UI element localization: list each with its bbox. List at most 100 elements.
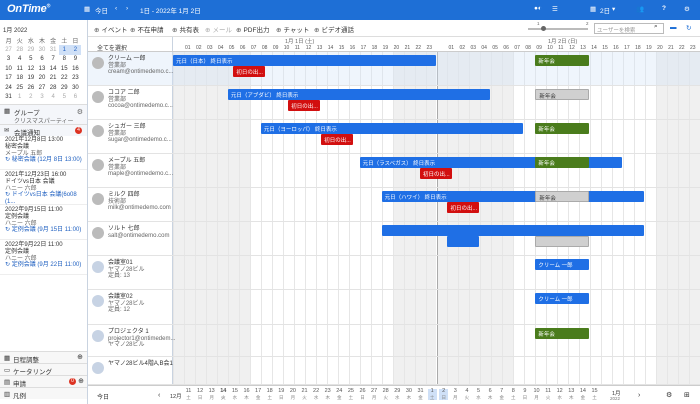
calendar-day[interactable]: 28	[48, 83, 59, 93]
event-bar[interactable]: 元日（アブダビ） 終日表示	[227, 89, 491, 100]
calendar-day[interactable]: 29	[59, 83, 70, 93]
footer-day[interactable]: 6木	[486, 388, 495, 400]
calendar-day[interactable]: 29	[25, 45, 36, 55]
event-bar[interactable]: 新年会	[535, 55, 590, 66]
footer-day[interactable]: 11 土	[184, 388, 193, 400]
calendar-day[interactable]: 6	[70, 93, 81, 103]
calendar-day[interactable]: 10	[3, 64, 14, 74]
plus-icon[interactable]: ⊕	[78, 377, 84, 385]
calendar-day[interactable]: 18	[14, 74, 25, 84]
event-bar[interactable]: 新年会	[535, 89, 590, 100]
footer-day[interactable]: 18 土	[265, 388, 274, 400]
group-section[interactable]: ▦ グループ クリスマスパーティー ⚙	[0, 104, 87, 125]
schedule-row[interactable]: 会議室01 ヤマノ28ビル 定員: 13 クリーム 一郎	[88, 256, 700, 290]
calendar-day[interactable]: 24	[3, 83, 14, 93]
calendar-day[interactable]: 9	[70, 55, 81, 65]
footer-day[interactable]: 9日	[520, 388, 529, 400]
refresh-icon[interactable]: ↻	[686, 24, 691, 32]
event-bar[interactable]: 初日の出...	[288, 100, 321, 111]
today-button[interactable]: 今日	[95, 5, 108, 15]
next-arrow-icon[interactable]: ›	[126, 5, 128, 12]
footer-day[interactable]: 23 木	[323, 388, 332, 400]
mail-button[interactable]: ⊕ メール	[205, 24, 232, 34]
calendar-day[interactable]: 25	[14, 83, 25, 93]
sidebar-item-legend[interactable]: ▥ 凡例	[0, 387, 87, 400]
zoom-slider[interactable]	[528, 28, 588, 30]
prev-icon[interactable]: ‹	[158, 392, 160, 399]
footer-day[interactable]: 30 木	[404, 388, 413, 400]
event-bar[interactable]: クリーム 一郎	[535, 259, 590, 270]
event-bar[interactable]: 初日の出...	[420, 168, 452, 179]
calendar-day[interactable]: 13	[36, 64, 47, 74]
footer-day[interactable]: 11 火	[544, 388, 553, 400]
event-button[interactable]: ⊕ イベント	[94, 24, 127, 34]
calendar-day[interactable]: 26	[25, 83, 36, 93]
schedule-row[interactable]: ミルク 四郎 技術部 milk@ontimedemo.com 元日（ハワイ） 終日表示…	[88, 188, 700, 222]
calendar-day[interactable]: 6	[36, 55, 47, 65]
calendar-day[interactable]: 3	[3, 55, 14, 65]
footer-day[interactable]: 13 木	[567, 388, 576, 400]
footer-day[interactable]: 1土	[427, 388, 437, 400]
footer-day[interactable]: 14 火	[219, 388, 228, 400]
event-bar[interactable]	[447, 236, 480, 247]
footer-day[interactable]: 26 日	[358, 388, 367, 400]
chat-button[interactable]: ⊕ チャット	[276, 24, 309, 34]
calendar-day[interactable]: 4	[48, 93, 59, 103]
event-bar[interactable]: 新年会	[535, 157, 590, 168]
footer-day[interactable]: 14 金	[578, 388, 587, 400]
calendar-icon[interactable]: ▦	[84, 5, 90, 13]
footer-day[interactable]: 16 木	[242, 388, 251, 400]
calendar-day[interactable]: 1	[58, 45, 70, 55]
schedule-row[interactable]: メープル 五郎 営業部 maple@ontimedemo.c... 元日（ラスベガス）…	[88, 154, 700, 188]
today-footer-button[interactable]: 今日	[97, 392, 109, 401]
row-person-info[interactable]: シュガー 三郎 営業部 sugar@ontimedemo.c...	[108, 124, 172, 144]
event-bar[interactable]: 元日（ヨーロッパ） 終日表示	[260, 123, 524, 134]
gear-icon[interactable]: ⚙	[77, 108, 83, 116]
calendar-day[interactable]: 30	[36, 45, 47, 55]
footer-day[interactable]: 28 火	[381, 388, 390, 400]
calendar-day[interactable]: 23	[70, 74, 81, 84]
footer-day[interactable]: 22 水	[312, 388, 321, 400]
notification-link[interactable]: ↻ 定例会議 (9月 15日 11:00)	[5, 227, 87, 234]
sidebar-item-requests[interactable]: ▤ 申請 0 ⊕	[0, 375, 87, 388]
calendar-day[interactable]: 16	[70, 64, 81, 74]
chevron-down-icon[interactable]: ▾	[612, 5, 615, 13]
calendar-day[interactable]: 27	[3, 45, 14, 55]
notification-link[interactable]: ↻ 定例会議 (9月 22日 11:00)	[5, 262, 87, 269]
footer-day[interactable]: 8土	[509, 388, 518, 400]
event-bar[interactable]: 初日の出...	[233, 66, 266, 77]
row-person-info[interactable]: ソルト 七郎 salt@ontimedemo.com	[108, 226, 169, 239]
calendar-day[interactable]: 31	[48, 45, 59, 55]
footer-day[interactable]: 15 土	[590, 388, 599, 400]
calendar-day[interactable]: 2	[25, 93, 36, 103]
sidebar-item-scheduling[interactable]: ▦ 日程調整 ⊕	[0, 351, 87, 364]
row-person-info[interactable]: 会議室01 ヤマノ28ビル 定員: 13	[108, 260, 145, 280]
calendar-day[interactable]: 8	[59, 55, 70, 65]
footer-day[interactable]: 7金	[497, 388, 506, 400]
event-bar[interactable]: 新年会	[535, 191, 590, 202]
event-bar[interactable]: 新年会	[535, 328, 590, 339]
row-person-info[interactable]: ココア 二郎 営業部 cocoa@ontimedemo.c...	[108, 90, 173, 110]
schedule-row[interactable]: ココア 二郎 営業部 cocoa@ontimedemo.c... 元日（アブダビ） 終…	[88, 86, 700, 120]
calendar-day[interactable]: 22	[59, 74, 70, 84]
notification-item[interactable]: 2022年9月15日 11:00 定例会議 ハニー 六郎 ↻ 定例会議 (9月 15日…	[0, 207, 87, 240]
schedule-row[interactable]: ソルト 七郎 salt@ontimedemo.com	[88, 222, 700, 256]
footer-day[interactable]: 21 火	[300, 388, 309, 400]
calendar-day[interactable]: 2	[69, 45, 81, 55]
next-icon[interactable]: ›	[638, 392, 640, 399]
schedule-row[interactable]: ヤマノ28ビル4階A,B会1	[88, 357, 700, 385]
calendar-day[interactable]: 4	[14, 55, 25, 65]
calendar-day[interactable]: 11	[14, 64, 25, 74]
folder-icon[interactable]: ▬	[670, 24, 677, 31]
calendar-day[interactable]: 27	[36, 83, 47, 93]
prev-arrow-icon[interactable]: ‹	[115, 5, 117, 12]
footer-day[interactable]: 4火	[462, 388, 471, 400]
calendar-day[interactable]: 28	[14, 45, 25, 55]
event-bar[interactable]: 新年会	[535, 123, 590, 134]
event-bar[interactable]: 元日（日本） 終日表示	[173, 55, 436, 66]
zoom-slider-handle[interactable]	[541, 26, 546, 31]
calendar-day[interactable]: 1	[14, 93, 25, 103]
footer-day[interactable]: 10 月	[532, 388, 541, 400]
footer-day[interactable]: 19 日	[277, 388, 286, 400]
schedule-row[interactable]: クリーム 一郎 営業部 cream@ontimedemo.c... 元日（日本） 終日…	[88, 52, 700, 86]
